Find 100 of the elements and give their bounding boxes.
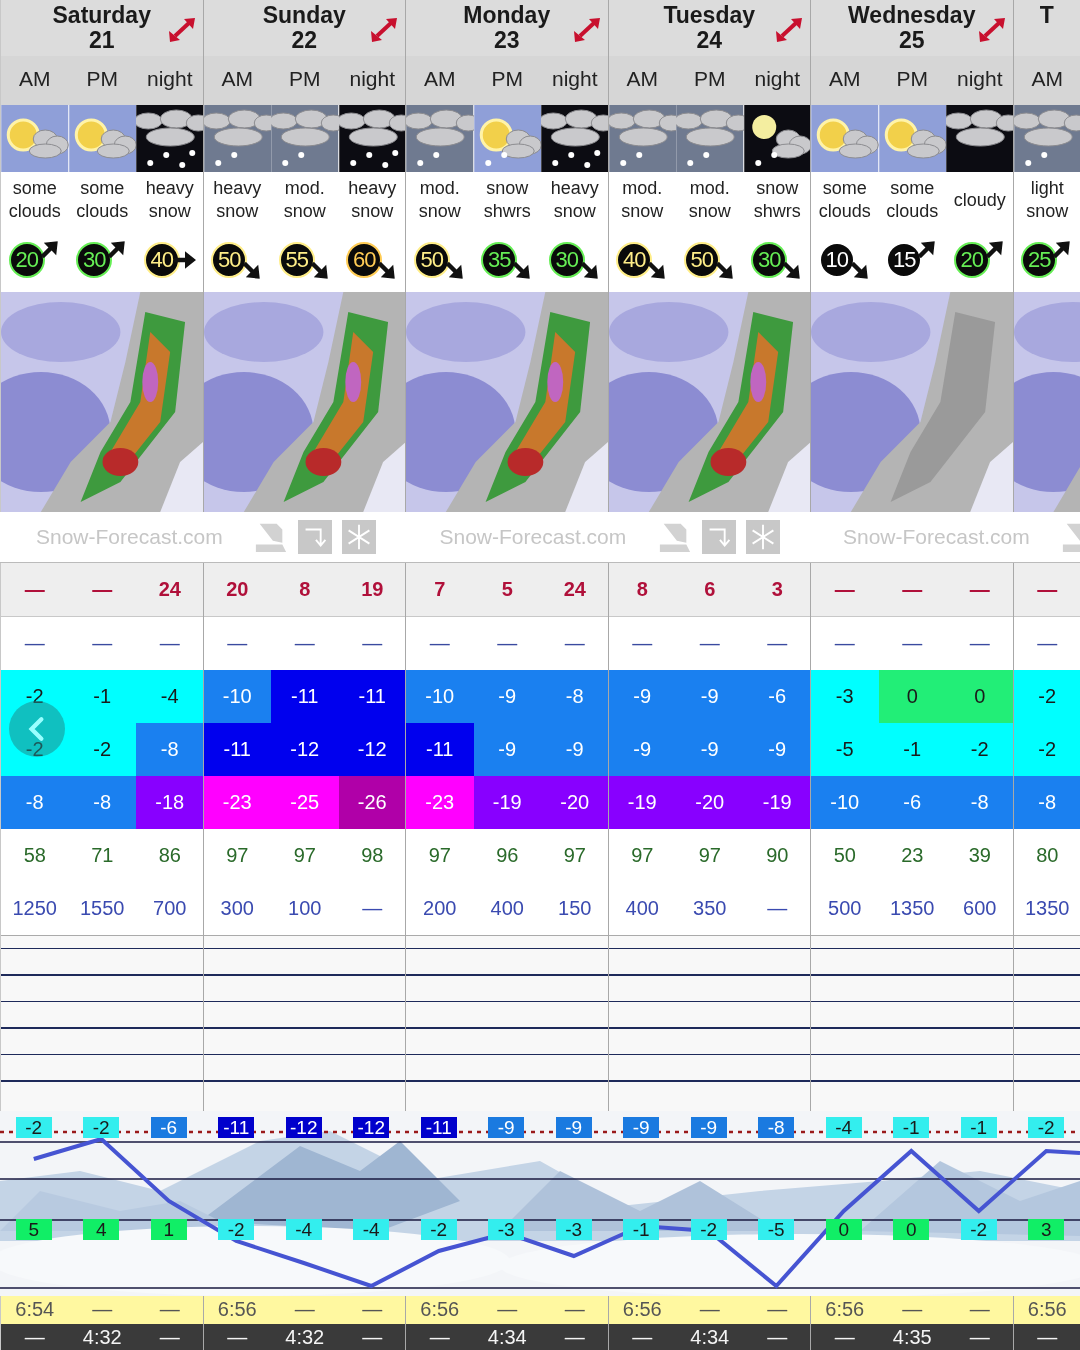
temperature-label: -4: [825, 1117, 862, 1138]
snow-value: 24: [562, 577, 587, 602]
temperature-cell: -25: [271, 776, 339, 829]
sunrise-time: —: [901, 1297, 924, 1322]
sunset-time: 4:35: [891, 1325, 933, 1350]
wind-speed: 55: [278, 242, 315, 278]
sunrise-time: 6:56: [621, 1297, 663, 1322]
sunset-time: —: [23, 1325, 46, 1350]
temperature-label: -1: [960, 1117, 997, 1138]
weather-description: some clouds: [817, 177, 872, 223]
sunset-time: —: [631, 1325, 654, 1350]
rain-value: —: [833, 631, 856, 656]
temperature-cell: -20: [676, 776, 744, 829]
temperature-label: -2: [420, 1219, 457, 1240]
humidity-value: 97: [562, 843, 587, 868]
temperature-cell: -9: [743, 723, 810, 776]
snow-value: —: [833, 577, 856, 602]
temperature-cell: -2: [946, 723, 1013, 776]
expand-icon[interactable]: [774, 17, 804, 43]
humidity-value: 23: [900, 843, 925, 868]
humidity-value: 97: [427, 843, 452, 868]
wind-speed: 50: [413, 242, 450, 278]
temperature-cell: -8: [136, 723, 203, 776]
period-label: PM: [85, 66, 119, 92]
day-name: Wednesday: [848, 3, 976, 28]
expand-icon[interactable]: [976, 17, 1007, 43]
temperature-cell: -8: [946, 776, 1013, 829]
expand-icon[interactable]: [571, 17, 602, 43]
weather-description: some clouds: [885, 177, 940, 223]
temperature-cell: -9: [473, 723, 541, 776]
period-label: PM: [693, 66, 727, 92]
freezing-level-value: 500: [827, 896, 863, 921]
weather-description: some clouds: [7, 177, 62, 223]
freezing-level-value: 1350: [889, 896, 936, 921]
temperature-cell: -2: [1, 670, 69, 723]
temperature-label: -2: [960, 1219, 997, 1240]
day-name: Saturday: [52, 3, 151, 28]
period-label: night: [955, 66, 1004, 92]
site-logo: Snow-Forecast.com: [36, 525, 224, 549]
temperature-label: -12: [353, 1117, 390, 1138]
temperature-cell: -2: [68, 723, 136, 776]
rain-value: —: [631, 631, 654, 656]
temperature-cell: -8: [1013, 776, 1080, 829]
temperature-cell: -23: [203, 776, 271, 829]
snow-value: —: [23, 577, 46, 602]
expand-icon[interactable]: [166, 17, 197, 43]
weather-description: snow shwrs: [482, 177, 532, 223]
humidity-value: 71: [90, 843, 115, 868]
temperature-cell: -12: [271, 723, 339, 776]
temperature-label: -9: [488, 1117, 525, 1138]
temperature-cell: -26: [338, 776, 405, 829]
temperature-cell: -19: [743, 776, 810, 829]
sunrise-time: 6:56: [1026, 1297, 1068, 1322]
sunrise-time: —: [91, 1297, 114, 1322]
sunset-time: —: [158, 1325, 181, 1350]
weather-description: light snow: [1025, 177, 1070, 223]
sunset-time: —: [968, 1325, 991, 1350]
temperature-cell: -11: [203, 723, 271, 776]
temperature-cell: -10: [811, 776, 879, 829]
temperature-label: 3: [1028, 1219, 1065, 1240]
expand-icon[interactable]: [369, 17, 399, 43]
period-label: AM: [625, 66, 659, 92]
temperature-cell: -2: [1, 723, 69, 776]
humidity-value: 97: [225, 843, 250, 868]
snow-value: 3: [770, 577, 784, 602]
sunset-time: —: [361, 1325, 384, 1350]
temperature-cell: -3: [811, 670, 879, 723]
sunset-time: 4:34: [689, 1325, 731, 1350]
weather-description: some clouds: [75, 177, 130, 223]
rain-value: —: [293, 631, 316, 656]
freezing-level-value: 200: [422, 896, 458, 921]
wind-speed: 25: [1021, 242, 1058, 278]
sunrise-time: —: [361, 1297, 384, 1322]
day-name: T: [1039, 3, 1054, 28]
humidity-value: 98: [360, 843, 385, 868]
period-label: AM: [18, 66, 52, 92]
day-name: Monday: [463, 3, 551, 28]
rain-value: —: [226, 631, 249, 656]
rain-value: —: [361, 631, 384, 656]
snow-value: 8: [635, 577, 649, 602]
temperature-cell: -8: [1, 776, 69, 829]
rain-value: —: [91, 631, 114, 656]
sunrise-time: —: [968, 1297, 991, 1322]
day-date: 22: [291, 28, 318, 53]
snowflake-icon: [342, 520, 376, 554]
temperature-label: -11: [218, 1117, 255, 1138]
temperature-label: -9: [690, 1117, 727, 1138]
back-button[interactable]: [9, 701, 65, 757]
wind-speed: 30: [751, 242, 788, 278]
freezing-level-value: 1550: [79, 896, 126, 921]
temperature-label: 1: [150, 1219, 187, 1240]
temperature-label: -3: [488, 1219, 525, 1240]
temperature-label: 0: [893, 1219, 930, 1240]
wind-speed: 40: [143, 242, 180, 278]
humidity-value: 50: [832, 843, 857, 868]
period-label: PM: [895, 66, 929, 92]
period-label: AM: [828, 66, 862, 92]
snow-value: 7: [433, 577, 447, 602]
sunset-time: —: [766, 1325, 789, 1350]
weather-description: heavy snow: [549, 177, 600, 223]
